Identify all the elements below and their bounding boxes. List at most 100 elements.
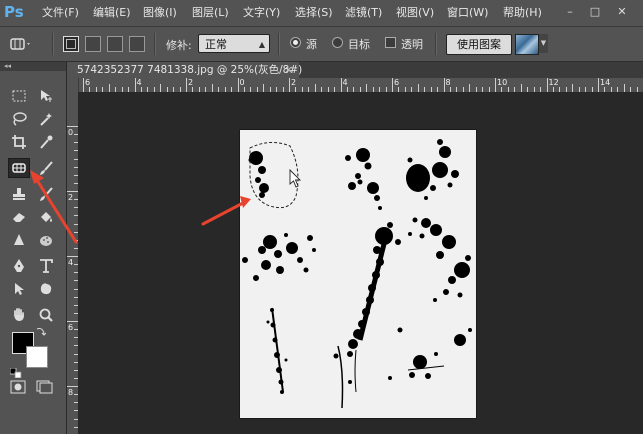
source-radio[interactable] [290, 37, 301, 48]
menu-layer[interactable]: 图层(L) [192, 5, 229, 21]
menu-filter[interactable]: 滤镜(T) [345, 5, 382, 21]
menu-view[interactable]: 视图(V) [396, 5, 434, 21]
ruler-tick [546, 78, 548, 92]
ruler-label: 0 [239, 78, 245, 87]
ruler-tick [263, 84, 265, 92]
transparent-checkbox[interactable] [385, 37, 396, 48]
mouse-cursor-icon [289, 168, 302, 188]
ruler-label: 6 [68, 323, 74, 332]
ruler-tick [186, 78, 187, 92]
paint-bucket-tool-icon[interactable] [35, 207, 57, 227]
ruler-label: 2 [188, 78, 194, 87]
toolbox-collapse[interactable]: ◂◂ [0, 62, 66, 71]
zoom-tool-icon[interactable] [35, 305, 57, 325]
history-brush-tool-icon[interactable] [35, 184, 57, 204]
lasso-tool-icon[interactable] [8, 109, 30, 129]
ruler-tick [108, 84, 110, 92]
ruler-tick [211, 84, 213, 92]
screen-mode-icon[interactable] [36, 380, 54, 394]
clone-stamp-tool-icon[interactable] [8, 184, 30, 204]
ruler-tick [392, 78, 393, 92]
target-radio[interactable] [332, 37, 343, 48]
menu-image[interactable]: 图像(I) [143, 5, 177, 21]
type-tool-icon[interactable] [35, 256, 57, 276]
maximize-button[interactable]: □ [585, 4, 605, 20]
brush-tool-icon[interactable] [35, 158, 57, 178]
document-canvas[interactable] [240, 130, 476, 418]
background-color-swatch[interactable] [26, 346, 48, 368]
patch-mode-value: 正常 [205, 38, 227, 51]
magic-wand-tool-icon[interactable] [35, 109, 57, 129]
pattern-swatch[interactable] [515, 34, 539, 55]
document-tab[interactable]: 5742352377 7481338.jpg @ 25%(灰色/8#) × [67, 62, 302, 78]
quick-mask-icon[interactable] [10, 380, 26, 394]
divider [154, 33, 156, 55]
ruler-tick [623, 84, 625, 92]
add-to-selection-button[interactable] [85, 36, 101, 52]
target-label: 目标 [348, 38, 370, 51]
ruler-tick [314, 84, 316, 92]
ruler-label: 2 [291, 78, 297, 87]
horizontal-ruler[interactable]: 6 4 2 0 2 4 6 8 10 12 14 [78, 78, 643, 93]
ruler-label: 6 [394, 78, 400, 87]
swap-colors-icon[interactable] [36, 326, 47, 336]
ruler-tick [237, 78, 239, 92]
shape-tool-icon[interactable] [35, 279, 57, 299]
menu-window[interactable]: 窗口(W) [447, 5, 488, 21]
toolbox: ◂◂ [0, 62, 67, 434]
minimize-button[interactable]: – [560, 4, 580, 20]
ruler-label: 2 [68, 193, 74, 202]
patch-icon [10, 38, 30, 50]
new-selection-button[interactable] [63, 36, 79, 52]
close-tab-icon[interactable]: × [284, 62, 293, 78]
menu-edit[interactable]: 编辑(E) [93, 5, 131, 21]
use-pattern-button[interactable]: 使用图案 [446, 34, 512, 55]
pen-tool-icon[interactable] [8, 256, 30, 276]
dropdown-arrow-icon: ▲ [258, 40, 265, 49]
patch-tool-icon[interactable] [8, 158, 30, 178]
ruler-label: 10 [497, 78, 508, 87]
marquee-tool-icon[interactable] [8, 86, 30, 106]
ruler-tick [67, 191, 78, 192]
crop-tool-icon[interactable] [8, 132, 30, 152]
photoshop-logo: Ps [4, 3, 24, 21]
divider [52, 33, 54, 55]
ruler-tick [417, 84, 419, 92]
ink-splatter-image [242, 139, 472, 409]
menu-bar: Ps 文件(F) 编辑(E) 图像(I) 图层(L) 文字(Y) 选择(S) 滤… [0, 0, 643, 27]
ruler-label: 8 [68, 388, 74, 397]
close-button[interactable]: ✕ [612, 4, 632, 20]
ruler-tick [67, 321, 78, 322]
patch-mode-select[interactable]: 正常 ▲ [198, 34, 270, 53]
move-tool-icon[interactable] [35, 86, 57, 106]
ruler-tick [83, 78, 84, 92]
menu-type[interactable]: 文字(Y) [243, 5, 280, 21]
ruler-label: 4 [68, 258, 74, 267]
ruler-tick [134, 78, 136, 92]
ruler-label: 4 [342, 78, 348, 87]
menu-select[interactable]: 选择(S) [295, 5, 333, 21]
pattern-dropdown-icon[interactable]: ▼ [539, 34, 548, 53]
ruler-tick [160, 84, 162, 92]
ruler-label: 12 [548, 78, 559, 87]
sponge-tool-icon[interactable] [35, 230, 57, 250]
eyedropper-tool-icon[interactable] [35, 132, 57, 152]
hand-tool-icon[interactable] [8, 305, 30, 325]
ruler-tick [67, 256, 78, 257]
menu-help[interactable]: 帮助(H) [503, 5, 542, 21]
subtract-selection-button[interactable] [107, 36, 123, 52]
intersect-selection-button[interactable] [129, 36, 145, 52]
patch-label: 修补: [166, 39, 192, 52]
default-colors-icon[interactable] [9, 367, 22, 379]
blur-tool-icon[interactable] [8, 230, 30, 250]
ruler-tick [495, 78, 496, 92]
options-bar: 修补: 正常 ▲ 源 目标 透明 使用图案 ▼ [0, 27, 643, 62]
tool-preset-picker[interactable] [8, 35, 34, 53]
divider [435, 33, 437, 55]
ruler-tick [340, 78, 342, 92]
path-selection-tool-icon[interactable] [8, 279, 30, 299]
eraser-tool-icon[interactable] [8, 207, 30, 227]
menu-file[interactable]: 文件(F) [42, 5, 79, 21]
ruler-tick [67, 386, 78, 387]
ruler-tick [366, 84, 368, 92]
